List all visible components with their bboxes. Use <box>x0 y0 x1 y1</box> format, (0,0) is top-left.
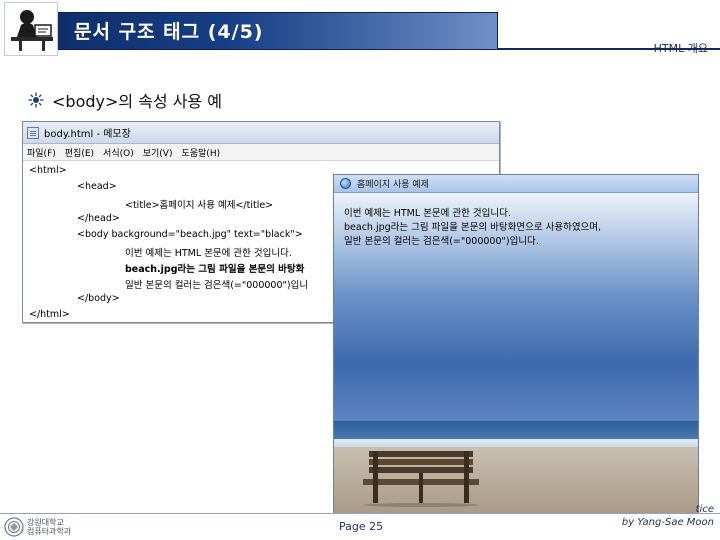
notepad-titlebar[interactable]: body.html - 메모장 <box>23 122 499 144</box>
browser-content: 이번 예제는 HTML 본문에 관한 것입니다. beach.jpg라는 그림 … <box>334 193 698 513</box>
code-line: 일반 본문의 컬러는 검은색(="000000")입니 <box>125 280 309 291</box>
browser-text-line: 일반 본문의 컬러는 검은색(="000000")입니다. <box>344 236 539 247</box>
menu-file[interactable]: 파일(F) <box>27 146 56 159</box>
code-line: <title>홈페이지 사용 예제</title> <box>125 200 274 211</box>
page-number: Page 25 <box>339 520 384 533</box>
credit-line-2: by Yang-Sae Moon <box>621 517 714 528</box>
notepad-title: body.html - 메모장 <box>44 129 131 140</box>
code-line: 이번 예제는 HTML 본문에 관한 것입니다. <box>125 248 292 259</box>
menu-edit[interactable]: 편집(E) <box>65 146 94 159</box>
code-line: </html> <box>29 309 70 320</box>
browser-window: 홈페이지 사용 예제 이번 예제는 HTML 본문에 관한 것입니다. beac… <box>333 174 699 514</box>
menu-help[interactable]: 도움말(H) <box>181 146 220 159</box>
code-line: <head> <box>77 181 117 192</box>
browser-page-icon <box>340 178 351 189</box>
code-line: beach.jpg라는 그림 파일을 본문의 바탕화 <box>125 264 305 275</box>
browser-titlebar[interactable]: 홈페이지 사용 예제 <box>334 175 698 193</box>
browser-text-line: 이번 예제는 HTML 본문에 관한 것입니다. <box>344 208 511 219</box>
section-label: HTML 개요 <box>653 42 708 55</box>
code-line: </head> <box>77 213 120 224</box>
notepad-icon <box>27 126 39 139</box>
slide-header: 문서 구조 태그 (4/5) HTML 개요 <box>0 0 720 60</box>
credit-line-1: tice <box>695 504 714 515</box>
bullet-text: <body>의 속성 사용 예 <box>52 92 222 111</box>
university-name-line: 강원대학교 <box>27 518 64 527</box>
slide-title: 문서 구조 태그 (4/5) <box>74 21 264 43</box>
menu-view[interactable]: 보기(V) <box>143 146 173 159</box>
bench-image <box>363 451 479 507</box>
browser-text-line: beach.jpg라는 그림 파일을 본문의 바탕화면으로 사용하였으며, <box>344 222 602 233</box>
footer-divider <box>0 513 720 514</box>
notepad-menubar: 파일(F) 편집(E) 서식(O) 보기(V) 도움말(H) <box>23 144 499 161</box>
presenter-logo-icon <box>4 2 58 56</box>
code-line: <body background="beach.jpg" text="black… <box>77 229 303 240</box>
bullet-item: <body>의 속성 사용 예 <box>28 88 222 112</box>
bullet-icon <box>28 92 44 108</box>
code-line: <html> <box>29 165 67 176</box>
author-credit: tice by Yang-Sae Moon <box>622 503 714 529</box>
university-seal-icon <box>4 517 24 537</box>
university-name: 강원대학교 컴퓨터과학과 <box>27 518 71 536</box>
browser-title: 홈페이지 사용 예제 <box>357 180 429 190</box>
code-line: </body> <box>77 293 120 304</box>
university-logo: 강원대학교 컴퓨터과학과 <box>4 516 72 538</box>
department-name-line: 컴퓨터과학과 <box>27 527 72 536</box>
menu-format[interactable]: 서식(O) <box>103 146 134 159</box>
